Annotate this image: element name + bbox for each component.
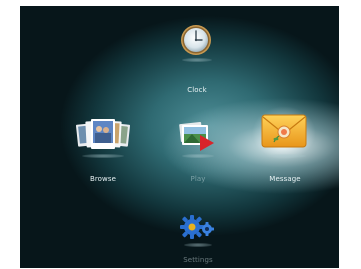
gear-icon[interactable]: [180, 213, 214, 241]
browse-reflection: [82, 154, 124, 158]
clock-icon[interactable]: [180, 24, 212, 56]
menu-label-message[interactable]: Message: [269, 175, 300, 183]
settings-reflection: [184, 243, 212, 247]
menu-label-settings[interactable]: Settings: [183, 256, 213, 264]
photo-stack-icon[interactable]: [75, 118, 131, 152]
home-menu-screen: Clock Browse Play Message Settings: [20, 6, 339, 268]
slideshow-play-icon[interactable]: [178, 121, 216, 151]
clock-reflection: [182, 58, 212, 62]
menu-label-browse[interactable]: Browse: [90, 175, 116, 183]
menu-label-play[interactable]: Play: [191, 175, 206, 183]
play-reflection: [182, 154, 214, 158]
envelope-icon[interactable]: [260, 112, 308, 150]
message-reflection: [266, 154, 306, 158]
menu-label-clock[interactable]: Clock: [187, 86, 207, 94]
